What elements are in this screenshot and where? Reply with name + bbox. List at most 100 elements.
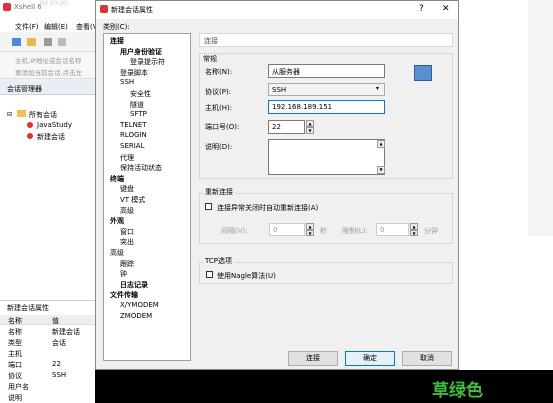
category-item[interactable]: SERIAL: [120, 142, 144, 150]
category-item[interactable]: 隧道: [130, 100, 144, 110]
category-item-label: 跟踪: [120, 259, 134, 268]
category-item[interactable]: 突出: [120, 237, 134, 247]
ok-button[interactable]: 确定: [345, 351, 395, 366]
category-item[interactable]: 外观: [110, 216, 124, 226]
address-hint[interactable]: 主机,IP地址或会话名称: [15, 55, 81, 65]
menu-edit[interactable]: 编辑(E): [44, 22, 68, 32]
category-item-label: 连接: [110, 37, 124, 45]
link-icon[interactable]: [44, 38, 52, 46]
category-item-label: 高级: [120, 206, 134, 215]
category-item[interactable]: TELNET: [120, 121, 147, 129]
category-item-label: 突出: [120, 238, 134, 247]
category-item[interactable]: 键盘: [120, 184, 134, 194]
new-session-icon[interactable]: [12, 38, 21, 46]
category-item[interactable]: 连接: [110, 36, 124, 46]
desc-scroll-down-icon[interactable]: ▼: [377, 166, 385, 174]
category-item[interactable]: 跟踪: [120, 259, 134, 269]
open-folder-icon[interactable]: [27, 38, 36, 46]
desc-scroll-up-icon[interactable]: ▲: [377, 140, 385, 148]
nagle-checkbox[interactable]: [206, 271, 213, 278]
xshell-menubar: 文件(F) 编辑(E) 查看(V): [0, 18, 100, 32]
prop-name: 说明: [8, 394, 22, 402]
category-item-label: 钟: [120, 270, 127, 279]
description-textarea[interactable]: [268, 139, 385, 175]
port-label: 端口号(O):: [205, 123, 240, 131]
limit-up-icon[interactable]: ▲: [410, 223, 418, 230]
reconnect-group: [199, 193, 453, 244]
reconnect-legend: 重新连接: [203, 187, 235, 197]
host-label: 主机(H):: [205, 104, 233, 112]
category-item[interactable]: 终端: [110, 174, 124, 184]
limit-input[interactable]: 0: [376, 223, 409, 236]
interval-unit: 秒: [320, 227, 327, 235]
name-input[interactable]: 从服务器: [268, 64, 385, 78]
category-item[interactable]: 文件传输: [110, 290, 138, 300]
dialog-titlebar: 新建会话属性 ? ✕: [96, 1, 458, 19]
help-button[interactable]: ?: [419, 4, 424, 14]
folder-icon: [17, 110, 26, 117]
close-button[interactable]: ✕: [442, 4, 450, 14]
category-item[interactable]: 窗口: [120, 227, 134, 237]
category-item[interactable]: SSH: [120, 78, 134, 86]
limit-down-icon[interactable]: ▼: [410, 230, 418, 236]
bg-text: 0d 00:00:: [40, 0, 69, 7]
category-item[interactable]: 高级: [110, 248, 124, 258]
tree-item-javastudy[interactable]: JavaStudy: [37, 121, 72, 129]
address-bar: 主机,IP地址或会话名称 要添加当前会话,点击左: [0, 52, 95, 79]
menu-file[interactable]: 文件(F): [15, 22, 39, 32]
tree-root[interactable]: 所有会话: [29, 110, 57, 120]
category-item[interactable]: 代理: [120, 153, 134, 163]
category-item[interactable]: 安全性: [130, 89, 151, 99]
port-down-icon[interactable]: ▼: [306, 127, 314, 134]
interval-input[interactable]: 0: [269, 223, 305, 236]
category-item[interactable]: 登录提示符: [130, 57, 165, 67]
properties-title: 新建会话属性: [7, 304, 49, 312]
protocol-label: 协议(P):: [205, 88, 232, 96]
category-item[interactable]: 钟: [120, 269, 127, 279]
port-up-icon[interactable]: ▲: [306, 120, 314, 127]
category-item-label: 日志记录: [120, 280, 148, 289]
protocol-select[interactable]: SSH ▾: [268, 83, 385, 96]
prop-name: 用户名: [8, 383, 29, 391]
tree-item-new-session[interactable]: 新建会话: [37, 132, 65, 142]
category-item-label: 登录脚本: [120, 68, 148, 77]
properties-header: 名称 值: [0, 315, 95, 325]
interval-up-icon[interactable]: ▲: [306, 223, 314, 230]
cancel-button[interactable]: 取消: [402, 351, 452, 366]
category-item[interactable]: 用户身份验证: [120, 47, 162, 57]
category-item-label: SFTP: [130, 110, 147, 119]
category-item-label: VT 模式: [120, 196, 146, 204]
copy-icon[interactable]: [58, 38, 66, 46]
category-item-label: 保持活动状态: [120, 164, 162, 173]
category-item[interactable]: X/YMODEM: [120, 301, 159, 309]
prop-value: 会话: [52, 339, 66, 347]
category-item[interactable]: SFTP: [130, 110, 147, 118]
category-item[interactable]: 登录脚本: [120, 68, 148, 78]
category-item[interactable]: RLOGIN: [120, 131, 147, 139]
prop-name: 协议: [8, 372, 22, 380]
dialog-app-icon: [100, 5, 108, 13]
category-item[interactable]: 保持活动状态: [120, 163, 162, 173]
category-item[interactable]: 高级: [120, 206, 134, 216]
properties-panel: 新建会话属性 名称 值 名称 新建会话 类型 会话 主机 端口 22 协议 SSH 用户名 说明: [0, 300, 95, 403]
name-value: 从服务器: [272, 68, 300, 76]
session-properties-dialog: 新建会话属性 ? ✕ 类别(C): 连接 用户身份验证 登录提示符 登录脚本 SSH 安全…: [95, 0, 459, 370]
session-manager-title: 会话管理器: [7, 85, 42, 93]
network-computers-icon: [414, 65, 432, 81]
reconnect-checkbox-label[interactable]: 连接异常关闭时自动重新连接(A): [217, 203, 318, 213]
category-item[interactable]: ZMODEM: [120, 312, 152, 320]
nagle-checkbox-label[interactable]: 使用Nagle算法(U): [217, 271, 276, 281]
reconnect-checkbox[interactable]: [205, 203, 212, 210]
interval-down-icon[interactable]: ▼: [306, 230, 314, 236]
category-item[interactable]: VT 模式: [120, 195, 145, 205]
category-item[interactable]: 日志记录: [120, 280, 148, 290]
xshell-toolbar: [0, 32, 95, 52]
prop-value: 新建会话: [52, 328, 80, 336]
category-item-label: RLOGIN: [120, 131, 147, 140]
limit-label: 限制(L):: [342, 227, 368, 235]
connect-button[interactable]: 连接: [288, 351, 338, 366]
port-input[interactable]: 22: [268, 120, 305, 134]
category-item-label: 登录提示符: [130, 58, 165, 67]
host-input[interactable]: 192.168.189.151: [268, 100, 385, 114]
tree-minus-icon: ⊟: [7, 111, 13, 118]
